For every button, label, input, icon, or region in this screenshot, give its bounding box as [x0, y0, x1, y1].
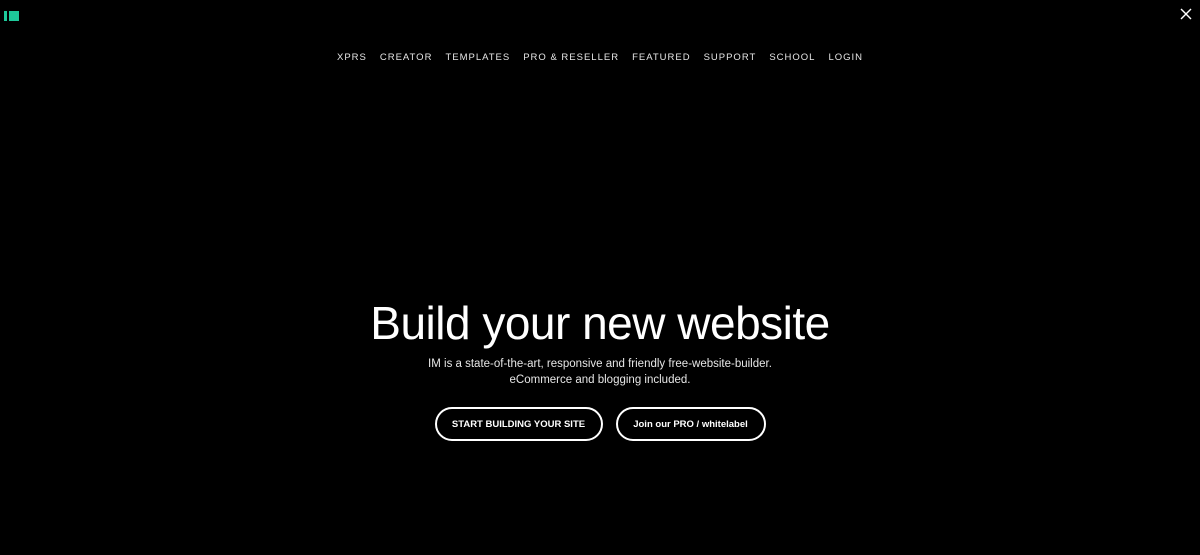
join-pro-button[interactable]: Join our PRO / whitelabel	[615, 407, 766, 441]
hero-subtitle-line-2: eCommerce and blogging included.	[509, 374, 691, 386]
hero-subtitle-line-1: IM is a state-of-the-art, responsive and…	[428, 358, 772, 370]
hero-subtitle: IM is a state-of-the-art, responsive and…	[0, 356, 1200, 388]
logo-bar-wide	[9, 11, 19, 21]
logo-bar-thin	[4, 11, 7, 21]
page: XPRS CREATOR TEMPLATES PRO & RESELLER FE…	[0, 0, 1200, 555]
nav-item-login[interactable]: LOGIN	[828, 52, 863, 63]
nav-item-school[interactable]: SCHOOL	[769, 52, 815, 63]
im-logo-icon[interactable]	[4, 11, 19, 21]
nav-item-templates[interactable]: TEMPLATES	[445, 52, 510, 63]
close-icon[interactable]	[1178, 6, 1194, 22]
hero-buttons: START BUILDING YOUR SITE Join our PRO / …	[0, 407, 1200, 441]
hero-section: Build your new website IM is a state-of-…	[0, 294, 1200, 441]
top-navigation: XPRS CREATOR TEMPLATES PRO & RESELLER FE…	[0, 52, 1200, 63]
hero-title: Build your new website	[370, 297, 830, 349]
nav-item-pro-reseller[interactable]: PRO & RESELLER	[523, 52, 619, 63]
nav-item-featured[interactable]: FEATURED	[632, 52, 691, 63]
close-icon-graphic	[1180, 8, 1192, 20]
nav-item-creator[interactable]: CREATOR	[380, 52, 433, 63]
nav-item-xprs[interactable]: XPRS	[337, 52, 367, 63]
nav-item-support[interactable]: SUPPORT	[704, 52, 757, 63]
start-building-button[interactable]: START BUILDING YOUR SITE	[434, 407, 603, 441]
